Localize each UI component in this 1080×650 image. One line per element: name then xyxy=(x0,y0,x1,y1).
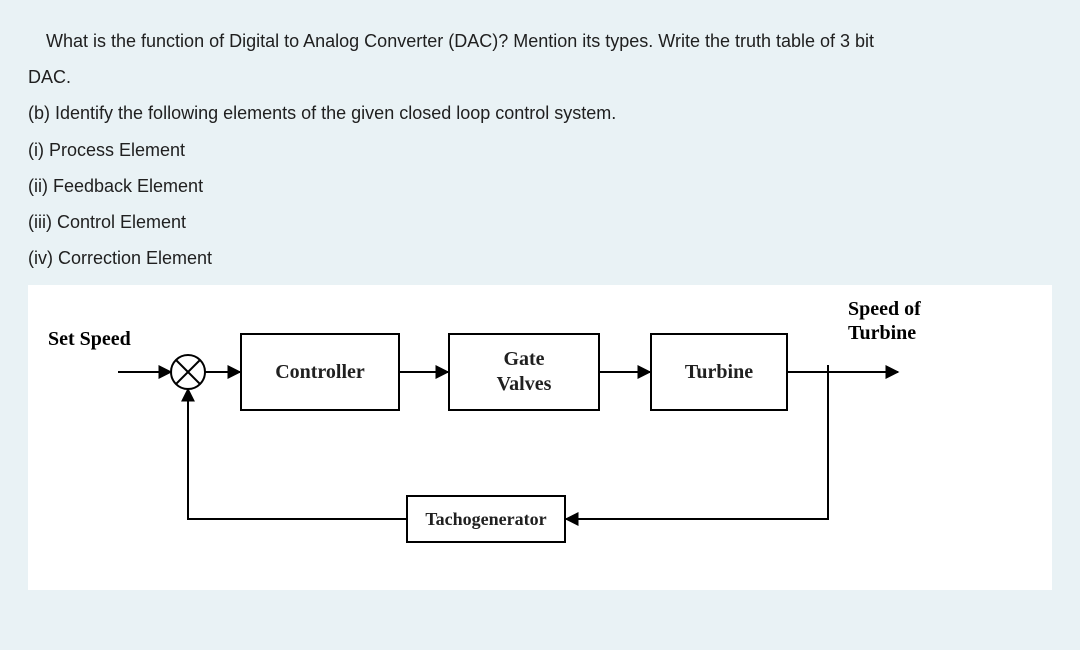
part-a-line2: DAC. xyxy=(28,60,1052,94)
part-a-line1: What is the function of Digital to Analo… xyxy=(28,24,1052,58)
question-body: What is the function of Digital to Analo… xyxy=(28,24,1052,275)
diagram-connectors xyxy=(28,285,1052,590)
control-loop-diagram: Set Speed Speed of Turbine Controller Ga… xyxy=(28,285,1052,590)
item-3: (iii) Control Element xyxy=(28,205,1052,239)
part-b-intro: (b) Identify the following elements of t… xyxy=(28,96,1052,130)
item-1: (i) Process Element xyxy=(28,133,1052,167)
item-4: (iv) Correction Element xyxy=(28,241,1052,275)
item-2: (ii) Feedback Element xyxy=(28,169,1052,203)
summing-junction-icon xyxy=(171,355,205,389)
